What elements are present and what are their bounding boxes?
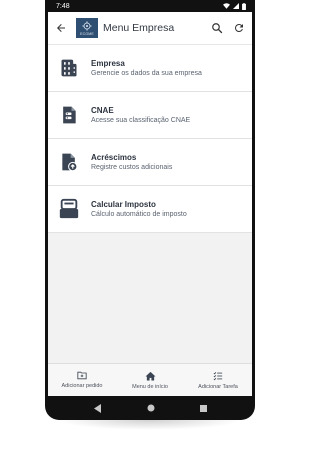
page-title: Menu Empresa — [103, 22, 175, 34]
menu-item-empresa[interactable]: Empresa Gerencie os dados da sua empresa — [48, 45, 252, 92]
menu-item-title: Calcular Imposto — [91, 200, 156, 209]
status-time: 7:48 — [56, 2, 70, 10]
status-bar: 7:48 — [48, 0, 252, 12]
menu-item-title: Empresa — [91, 59, 125, 68]
signal-icon — [233, 3, 239, 9]
menu-item-title: Acréscimos — [91, 153, 137, 162]
nav-menu-inicio[interactable]: Menu de início — [116, 364, 184, 396]
system-recents-icon[interactable] — [199, 404, 207, 412]
refresh-button[interactable] — [230, 19, 248, 37]
arrow-left-icon — [57, 24, 65, 32]
menu-item-subtitle: Cálculo automático de imposto — [91, 211, 187, 218]
document-icon — [58, 104, 80, 126]
menu-item-subtitle: Gerencie os dados da sua empresa — [91, 70, 202, 77]
battery-icon — [242, 2, 246, 10]
menu-list: Empresa Gerencie os dados da sua empresa… — [48, 45, 252, 233]
nav-adicionar-pedido[interactable]: Adicionar pedido — [48, 364, 116, 396]
refresh-icon — [234, 23, 243, 32]
menu-item-acrescimos[interactable]: Acréscimos Registre custos adicionais — [48, 139, 252, 186]
search-button[interactable] — [208, 19, 226, 37]
nav-label: Adicionar Tarefa — [198, 383, 238, 390]
status-icons — [223, 2, 246, 10]
menu-item-calcular-imposto[interactable]: Calcular Imposto Cálculo automático de i… — [48, 186, 252, 233]
app-bar: ECGME Menu Empresa — [48, 12, 252, 45]
logo-text: ECGME — [80, 31, 94, 36]
system-home-icon[interactable] — [147, 404, 155, 412]
system-back-icon[interactable] — [93, 403, 102, 413]
system-navigation-bar — [45, 396, 255, 420]
menu-item-subtitle: Registre custos adicionais — [91, 164, 173, 171]
nav-label: Adicionar pedido — [61, 383, 103, 389]
nav-label: Menu de início — [132, 383, 168, 390]
file-upload-icon — [58, 151, 80, 173]
menu-item-cnae[interactable]: CNAE Acesse sua classificação CNAE — [48, 92, 252, 139]
company-logo: ECGME — [76, 18, 98, 38]
folder-add-icon — [77, 371, 87, 380]
menu-item-subtitle: Acesse sua classificação CNAE — [91, 117, 191, 124]
nav-adicionar-tarefa[interactable]: Adicionar Tarefa — [184, 364, 252, 396]
search-icon — [212, 23, 223, 34]
menu-item-title: CNAE — [91, 106, 114, 115]
gear-logo-icon — [82, 21, 92, 30]
phone-frame: 7:48 ECGME Menu Empresa Empresa Gerencie… — [45, 0, 255, 420]
wifi-icon — [223, 3, 230, 9]
bottom-navigation: Adicionar pedido Menu de início Adiciona… — [48, 363, 252, 396]
checklist-icon — [213, 371, 223, 380]
back-button[interactable] — [52, 19, 70, 37]
screen: 7:48 ECGME Menu Empresa Empresa Gerencie… — [48, 0, 252, 396]
building-icon — [58, 57, 80, 79]
tax-icon — [58, 198, 80, 220]
home-icon — [145, 371, 155, 381]
